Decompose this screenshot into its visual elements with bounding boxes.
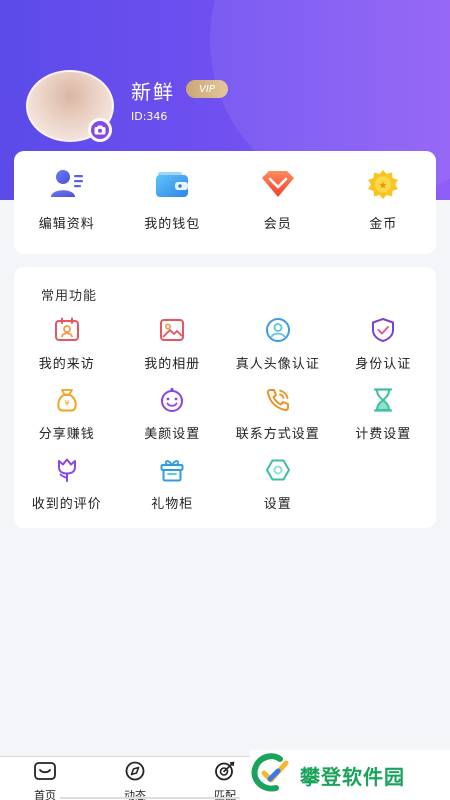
beauty-face-icon (159, 387, 185, 417)
gold-coin-icon: ★ (366, 169, 400, 203)
tab-label: 首页 (34, 789, 56, 800)
function-label: 我的相册 (144, 357, 201, 372)
avatar[interactable] (26, 70, 114, 142)
tab-home[interactable]: 首页 (15, 761, 75, 800)
quick-action-edit-profile[interactable]: 编辑资料 (14, 151, 120, 232)
function-label: 真人头像认证 (235, 357, 320, 372)
settings-icon (265, 457, 291, 487)
shield-check-icon (370, 317, 396, 347)
phone-icon (265, 387, 291, 417)
camera-icon (91, 121, 109, 139)
section-title: 常用功能 (41, 289, 98, 304)
common-functions-card: 常用功能 我的来访 我的相册 真人头像认证 身份认证 ¥ 分享赚钱 美颜设置 联… (14, 267, 436, 528)
function-gift-cabinet[interactable]: 礼物柜 (120, 457, 226, 527)
function-reviews[interactable]: 收到的评价 (14, 457, 120, 527)
target-icon (213, 761, 237, 785)
home-icon (33, 761, 57, 785)
watermark-text: 攀登软件园 (300, 764, 405, 789)
tab-indicator (60, 797, 240, 799)
quick-action-label: 编辑资料 (38, 217, 95, 232)
function-label: 我的来访 (38, 357, 95, 372)
money-bag-icon: ¥ (54, 387, 80, 417)
hourglass-icon (370, 387, 396, 417)
username: 新鲜 (131, 80, 175, 104)
diamond-icon (261, 169, 295, 203)
wallet-icon (155, 169, 189, 203)
quick-action-label: 会员 (263, 217, 292, 232)
function-identity-verify[interactable]: 身份认证 (331, 317, 437, 387)
function-share-earn[interactable]: ¥ 分享赚钱 (14, 387, 120, 457)
function-label: 设置 (263, 497, 292, 512)
album-icon (159, 317, 185, 347)
quick-action-vip[interactable]: 会员 (225, 151, 331, 232)
gift-box-icon (159, 457, 185, 487)
function-billing-settings[interactable]: 计费设置 (331, 387, 437, 457)
camera-button[interactable] (88, 118, 112, 142)
user-id: ID:346 (131, 110, 168, 123)
function-beauty-settings[interactable]: 美颜设置 (120, 387, 226, 457)
quick-actions-card: 编辑资料 我的钱包 会员 ★ 金币 (14, 151, 436, 254)
function-label: 收到的评价 (31, 497, 102, 512)
function-avatar-verify[interactable]: 真人头像认证 (225, 317, 331, 387)
watermark-logo-icon (250, 753, 292, 797)
quick-action-label: 我的钱包 (144, 217, 201, 232)
function-label: 身份认证 (355, 357, 412, 372)
svg-text:¥: ¥ (64, 399, 69, 408)
user-edit-icon (50, 169, 84, 203)
function-label: 计费设置 (355, 427, 412, 442)
vip-badge: VIP (186, 80, 228, 98)
tulip-icon (54, 457, 80, 487)
function-label: 联系方式设置 (235, 427, 320, 442)
function-contact-settings[interactable]: 联系方式设置 (225, 387, 331, 457)
avatar-verify-icon (265, 317, 291, 347)
svg-text:★: ★ (379, 181, 388, 192)
quick-action-coins[interactable]: ★ 金币 (331, 151, 437, 232)
function-settings[interactable]: 设置 (225, 457, 331, 527)
visitors-icon (54, 317, 80, 347)
function-album[interactable]: 我的相册 (120, 317, 226, 387)
empty-cell (331, 457, 437, 527)
quick-action-label: 金币 (369, 217, 398, 232)
function-label: 美颜设置 (144, 427, 201, 442)
tab-moments[interactable]: 动态 (105, 761, 165, 800)
function-label: 分享赚钱 (38, 427, 95, 442)
watermark: 攀登软件园 (250, 750, 450, 800)
quick-action-wallet[interactable]: 我的钱包 (120, 151, 226, 232)
function-visitors[interactable]: 我的来访 (14, 317, 120, 387)
function-label: 礼物柜 (151, 497, 194, 512)
tab-match[interactable]: 匹配 (195, 761, 255, 800)
compass-icon (123, 761, 147, 785)
